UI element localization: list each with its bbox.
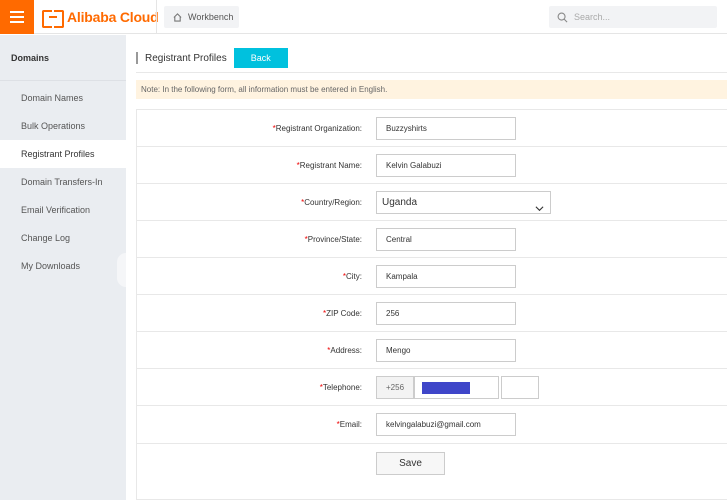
city-input[interactable]: Kampala: [376, 265, 516, 288]
save-row: Save: [136, 444, 727, 500]
main-content: Registrant Profiles Back Note: In the fo…: [126, 35, 727, 500]
sidebar-item-registrant-profiles[interactable]: Registrant Profiles: [0, 140, 126, 168]
email-label: *Email:: [336, 420, 362, 429]
email-input[interactable]: kelvingalabuzi@gmail.com: [376, 413, 516, 436]
page-title: Registrant Profiles: [145, 52, 227, 64]
workbench-label: Workbench: [188, 12, 234, 22]
header-divider-line: [136, 72, 727, 73]
sidebar-item-bulk-operations[interactable]: Bulk Operations: [0, 112, 126, 140]
name-input[interactable]: Kelvin Galabuzi: [376, 154, 516, 177]
home-icon: [173, 12, 182, 22]
title-bar-accent: [136, 52, 138, 64]
country-select[interactable]: Uganda: [376, 191, 551, 214]
telephone-extension-input[interactable]: [501, 376, 539, 399]
telephone-number-input[interactable]: [414, 376, 499, 399]
sidebar-item-change-log[interactable]: Change Log: [0, 224, 126, 252]
form-row-email: *Email: kelvingalabuzi@gmail.com: [137, 406, 727, 443]
form-row-name: *Registrant Name: Kelvin Galabuzi: [137, 147, 727, 184]
form-row-zip: *ZIP Code: 256: [137, 295, 727, 332]
registrant-form: *Registrant Organization: Buzzyshirts *R…: [136, 109, 727, 444]
country-selected-value: Uganda: [382, 197, 418, 208]
sidebar-item-my-downloads[interactable]: My Downloads: [0, 252, 126, 280]
zip-label: *ZIP Code:: [323, 309, 362, 318]
name-label: *Registrant Name:: [296, 161, 362, 170]
organization-input[interactable]: Buzzyshirts: [376, 117, 516, 140]
hamburger-menu-icon[interactable]: [0, 0, 34, 34]
form-row-province: *Province/State: Central: [137, 221, 727, 258]
form-row-telephone: *Telephone: +256: [137, 369, 727, 406]
logo-text: Alibaba Cloud: [67, 9, 159, 25]
country-label: *Country/Region:: [301, 198, 362, 207]
address-input[interactable]: Mengo: [376, 339, 516, 362]
sidebar-item-email-verification[interactable]: Email Verification: [0, 196, 126, 224]
alibaba-cloud-logo[interactable]: Alibaba Cloud: [42, 8, 159, 28]
form-row-country: *Country/Region: Uganda: [137, 184, 727, 221]
province-input[interactable]: Central: [376, 228, 516, 251]
sidebar-title: Domains: [0, 35, 126, 81]
sidebar-collapse-handle[interactable]: [117, 253, 126, 287]
save-button[interactable]: Save: [376, 452, 445, 475]
organization-label: *Registrant Organization:: [272, 124, 362, 133]
header-divider: [156, 0, 157, 34]
zip-input[interactable]: 256: [376, 302, 516, 325]
search-box[interactable]: [549, 6, 717, 28]
back-button[interactable]: Back: [233, 48, 288, 68]
province-label: *Province/State:: [304, 235, 362, 244]
note-banner: Note: In the following form, all informa…: [136, 80, 727, 99]
sidebar: Domains Domain Names Bulk Operations Reg…: [0, 35, 126, 500]
address-label: *Address:: [327, 346, 362, 355]
form-row-city: *City: Kampala: [137, 258, 727, 295]
form-row-address: *Address: Mengo: [137, 332, 727, 369]
page-header: Registrant Profiles Back: [136, 48, 288, 68]
telephone-label: *Telephone:: [319, 383, 362, 392]
top-bar: Alibaba Cloud Workbench: [0, 0, 727, 34]
workbench-button[interactable]: Workbench: [164, 6, 239, 28]
search-input[interactable]: [574, 12, 714, 22]
city-label: *City:: [342, 272, 362, 281]
chevron-down-icon: [535, 199, 544, 212]
alibaba-logo-icon: [42, 10, 64, 28]
sidebar-item-domain-names[interactable]: Domain Names: [0, 84, 126, 112]
form-row-organization: *Registrant Organization: Buzzyshirts: [137, 110, 727, 147]
sidebar-item-domain-transfers-in[interactable]: Domain Transfers-In: [0, 168, 126, 196]
search-icon: [557, 12, 568, 23]
telephone-country-code: +256: [376, 376, 414, 399]
redacted-phone-block: [422, 382, 470, 394]
